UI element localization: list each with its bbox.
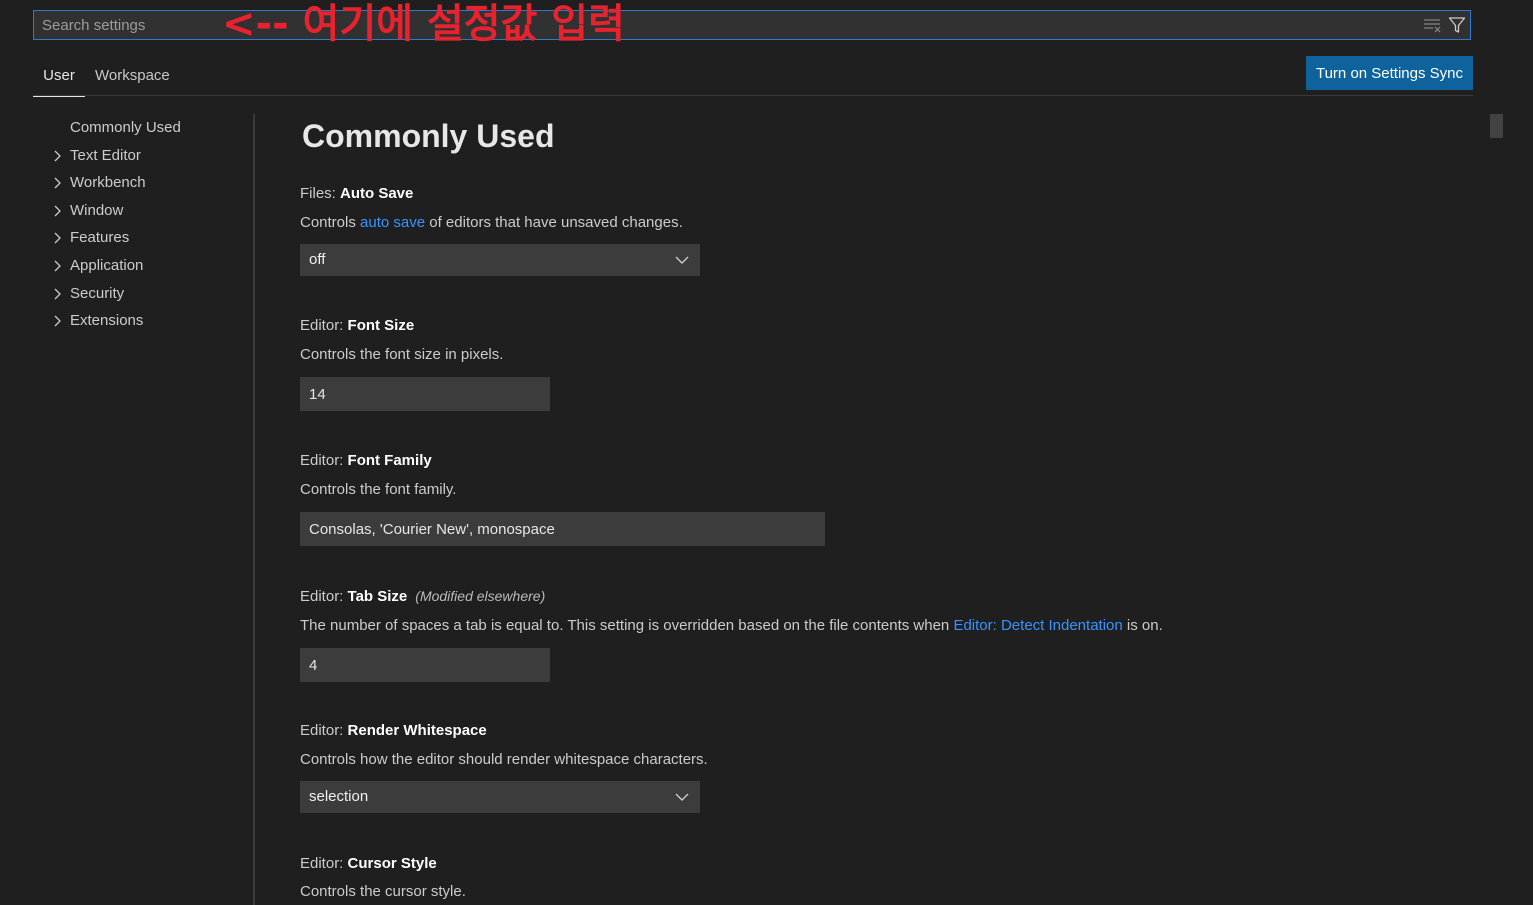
toc-item-application[interactable]: Application [48,252,248,280]
setting-title: Editor: Tab Size (Modified elsewhere) [300,586,1163,607]
chevron-right-icon [54,150,61,162]
toc-item-label: Commonly Used [70,119,181,136]
setting-key: Font Family [347,452,432,469]
modified-elsewhere-indicator[interactable]: (Modified elsewhere) [415,588,545,604]
render-whitespace-select[interactable]: selection [300,781,700,813]
setting-title: Editor: Font Size [300,316,550,336]
toc-item-label: Window [70,201,124,219]
filter-icon[interactable] [1448,16,1466,34]
search-input[interactable] [34,11,1414,39]
toc-item-label: Security [70,284,125,302]
tab-user[interactable]: User [33,66,85,97]
tabs-divider [33,95,1473,96]
setting-category: Editor: [300,317,348,334]
toc-item-label: Application [70,256,144,274]
setting-description: Controls how the editor should render wh… [300,751,708,768]
toc-item-features[interactable]: Features [48,224,248,252]
chevron-right-icon [54,288,61,300]
setting-key: Render Whitespace [347,722,487,739]
chevron-right-icon [54,232,61,244]
setting-category: Editor: [300,722,348,739]
select-value: selection [309,788,369,805]
chevron-down-icon [675,793,689,801]
settings-editor: <-- 여기에 설정값 입력 User Workspace Turn on Se… [0,0,1533,905]
setting-font-size: Editor: Font Size Controls the font size… [300,316,550,411]
setting-category: Files: [300,185,341,202]
chevron-right-icon [54,177,61,189]
toc-item-window[interactable]: Window [48,197,248,225]
tab-size-input[interactable] [300,648,550,682]
select-value: off [309,251,326,268]
section-title: Commonly Used [302,118,555,154]
setting-title: Editor: Cursor Style [300,854,466,874]
setting-tab-size: Editor: Tab Size (Modified elsewhere) The… [300,586,1163,682]
setting-category: Editor: [300,452,348,469]
setting-key: Font Size [347,317,415,334]
setting-description: Controls the cursor style. [300,883,466,900]
setting-key: Cursor Style [347,855,437,872]
chevron-down-icon [675,256,689,264]
description-text: of editors that have unsaved changes. [425,214,683,231]
setting-category: Editor: [300,588,348,605]
setting-title: Editor: Font Family [300,451,825,471]
font-size-input[interactable] [300,377,550,411]
setting-render-whitespace: Editor: Render Whitespace Controls how t… [300,721,708,813]
toc-item-label: Features [70,229,130,247]
toc-item-label: Workbench [70,174,146,192]
settings-toc: Commonly Used Text Editor Workbench Wind… [48,114,248,335]
chevron-right-icon [54,205,61,217]
font-family-input[interactable] [300,512,825,546]
scrollbar-thumb[interactable] [1490,114,1503,138]
setting-description: Controls the font family. [300,481,457,498]
toc-item-extensions[interactable]: Extensions [48,307,248,335]
chevron-right-icon [54,315,61,327]
tab-workspace[interactable]: Workspace [95,66,170,96]
setting-key: Tab Size [347,588,408,605]
setting-cursor-style: Editor: Cursor Style Controls the cursor… [300,854,466,902]
clear-filter-icon[interactable] [1423,16,1441,34]
toc-item-label: Text Editor [70,146,141,164]
search-bar: <-- 여기에 설정값 입력 [33,1,1471,47]
auto-save-select[interactable]: off [300,244,700,276]
setting-title: Files: Auto Save [300,184,700,204]
description-text: Controls [300,214,361,231]
description-text: The number of spaces a tab is equal to. … [300,617,954,634]
turn-on-settings-sync-button[interactable]: Turn on Settings Sync [1306,56,1473,90]
toc-item-label: Extensions [70,312,144,330]
setting-description: Controls the font size in pixels. [300,346,504,363]
sidebar-sash[interactable] [253,114,255,905]
toc-item-commonly-used[interactable]: Commonly Used [48,114,248,142]
chevron-right-icon [54,260,61,272]
auto-save-link[interactable]: auto save [360,214,425,231]
setting-key: Auto Save [340,185,414,202]
setting-font-family: Editor: Font Family Controls the font fa… [300,451,825,546]
toc-item-security[interactable]: Security [48,280,248,308]
detect-indentation-link[interactable]: Editor: Detect Indentation [953,617,1122,634]
setting-description: The number of spaces a tab is equal to. … [300,616,1163,636]
toc-item-text-editor[interactable]: Text Editor [48,142,248,170]
toc-item-workbench[interactable]: Workbench [48,169,248,197]
setting-auto-save: Files: Auto Save Controls auto save of e… [300,184,700,276]
description-text: is on. [1122,617,1163,634]
setting-category: Editor: [300,855,348,872]
setting-title: Editor: Render Whitespace [300,721,708,741]
setting-description: Controls auto save of editors that have … [300,213,700,233]
